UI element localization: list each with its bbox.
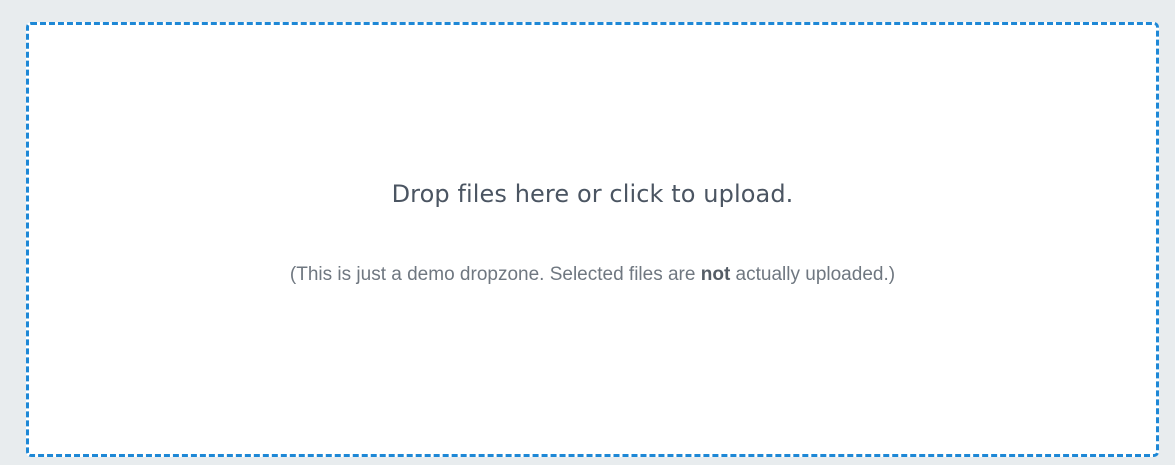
dropzone-note-before: (This is just a demo dropzone. Selected … <box>289 264 701 285</box>
dropzone-note-emphasis: not <box>700 264 731 285</box>
file-dropzone[interactable]: Drop files here or click to upload. (Thi… <box>26 22 1159 457</box>
page: Drop files here or click to upload. (Thi… <box>0 0 1175 465</box>
dropzone-message: Drop files here or click to upload. (Thi… <box>29 180 1156 286</box>
dropzone-title: Drop files here or click to upload. <box>391 180 794 208</box>
dropzone-note-after: actually uploaded.) <box>730 264 896 285</box>
dropzone-note: (This is just a demo dropzone. Selected … <box>29 264 1156 286</box>
